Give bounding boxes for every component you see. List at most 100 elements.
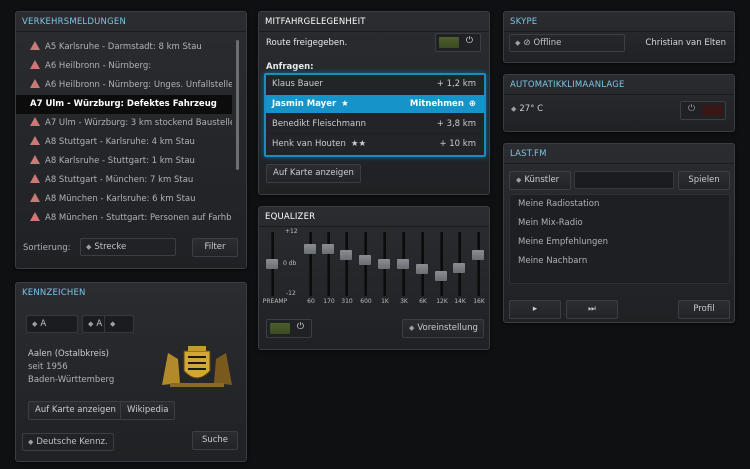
plate-field-1[interactable]: ◆ A (26, 315, 78, 333)
lastfm-search-input[interactable] (574, 171, 674, 189)
toggle-led (702, 105, 722, 116)
eq-band-label: 12K (436, 298, 448, 305)
toggle-led (270, 323, 290, 334)
lastfm-play-button[interactable]: Spielen (678, 171, 730, 190)
traffic-scrollbar[interactable] (236, 40, 239, 170)
lastfm-item[interactable]: Meine Empfehlungen (518, 237, 608, 247)
eq-band-label: 600 (360, 298, 372, 305)
eq-preset-select[interactable]: ◆ Voreinstellung (402, 319, 484, 338)
lastfm-mode-select[interactable]: ◆ Künstler (509, 171, 571, 190)
ride-request-detail-text: + 1,2 km (436, 79, 476, 89)
traffic-item[interactable]: A6 Heilbronn - Nürnberg: (16, 57, 232, 76)
eq-slider-knob[interactable] (397, 259, 409, 269)
traffic-item[interactable]: A8 Karlsruhe - Stuttgart: 1 km Stau (16, 152, 232, 171)
eq-slider-knob[interactable] (453, 263, 465, 274)
traffic-item[interactable]: A5 Karlsruhe - Darmstadt: 8 km Stau (16, 38, 232, 57)
climate-toggle[interactable]: ⏻ (680, 101, 726, 120)
traffic-item[interactable]: A8 Stuttgart - Karlsruhe: 4 km Stau (16, 133, 232, 152)
skype-status-select[interactable]: ◆ ⊘ Offline (509, 34, 625, 52)
eq-slider[interactable] (304, 232, 318, 296)
updown-icon: ◆ (28, 438, 34, 446)
eq-scale-top: +12 (285, 228, 298, 235)
ride-request-row[interactable]: Klaus Bauer + 1,2 km (266, 75, 484, 94)
traffic-item[interactable]: A8 München - Karlsruhe: 6 km Stau (16, 190, 232, 209)
eq-slider-knob[interactable] (322, 244, 334, 255)
traffic-sort-label: Sortierung: (23, 243, 71, 253)
lastfm-skip-button[interactable]: ⏭ (566, 300, 618, 319)
traffic-item[interactable]: A7 Ulm - Würzburg: Defektes Fahrzeug (16, 95, 232, 114)
lastfm-item[interactable]: Meine Nachbarn (518, 256, 587, 266)
eq-slider-knob[interactable] (378, 259, 390, 269)
plate-city: Aalen (Ostalbkreis) (28, 349, 110, 359)
plate-map-button[interactable]: Auf Karte anzeigen (28, 401, 123, 420)
ride-title: Mitfahrgelegenheit (259, 12, 489, 32)
lastfm-profile-button[interactable]: Profil (678, 300, 730, 319)
traffic-item-text: A7 Ulm - Würzburg: Defektes Fahrzeug (30, 99, 217, 109)
traffic-title: Verkehrsmeldungen (16, 12, 246, 32)
power-icon: ⏻ (465, 36, 473, 46)
updown-icon: ◆ (88, 320, 94, 328)
ride-map-button[interactable]: Auf Karte anzeigen (266, 164, 361, 183)
plate-wikipedia-button[interactable]: Wikipedia (120, 401, 176, 420)
power-icon: ⏻ (688, 104, 696, 114)
eq-slider-track (440, 232, 443, 296)
lastfm-item[interactable]: Meine Radiostation (518, 199, 599, 209)
eq-slider[interactable] (416, 232, 430, 296)
ride-share-toggle[interactable]: ⏻ (435, 33, 481, 52)
ride-request-row[interactable]: Benedikt Fleischmann + 3,8 km (266, 115, 484, 134)
climate-temp-value: 27° C (519, 104, 544, 114)
eq-slider-knob[interactable] (266, 259, 278, 269)
add-circle-icon: ⊕ (468, 99, 476, 109)
eq-slider-track (309, 232, 312, 296)
traffic-item-text: A7 Ulm - Würzburg: 3 km stockend Baustel… (45, 118, 232, 128)
ride-request-row[interactable]: Henk van Houten ★★ + 10 km (266, 135, 484, 154)
eq-slider-knob[interactable] (359, 254, 371, 265)
traffic-item-text: A5 Karlsruhe - Darmstadt: 8 km Stau (45, 42, 202, 52)
eq-slider-knob[interactable] (416, 264, 428, 275)
eq-band-label: 14K (454, 298, 466, 305)
traffic-item-text: A6 Heilbronn - Nürnberg: Unges. Unfallst… (45, 80, 232, 90)
traffic-sort-select[interactable]: ◆ Strecke (80, 238, 176, 256)
eq-slider[interactable] (359, 232, 373, 296)
traffic-item[interactable]: A8 München - Stuttgart: Personen auf Far… (16, 209, 232, 228)
skip-icon: ⏭ (588, 304, 596, 314)
eq-slider-knob[interactable] (340, 249, 352, 260)
plate-type-select[interactable]: ◆ Deutsche Kennz. (22, 433, 114, 451)
eq-toggle[interactable]: ⏻ (266, 319, 312, 338)
eq-slider[interactable] (397, 232, 411, 296)
traffic-item[interactable]: A6 Heilbronn - Nürnberg: Unges. Unfallst… (16, 76, 232, 95)
ride-request-detail[interactable]: Mitnehmen ⊕ (410, 95, 476, 114)
eq-scale-mid: 0 db (283, 260, 297, 267)
eq-slider[interactable] (266, 232, 280, 296)
eq-slider-knob[interactable] (435, 271, 447, 282)
lastfm-mode-value: Künstler (524, 175, 560, 185)
eq-slider-knob[interactable] (472, 249, 484, 260)
plate-field-3[interactable]: ◆ (104, 315, 134, 333)
eq-slider[interactable] (472, 232, 486, 296)
warning-icon (30, 174, 40, 183)
eq-slider[interactable] (453, 232, 467, 296)
traffic-panel: Verkehrsmeldungen A5 Karlsruhe - Darmsta… (15, 11, 247, 269)
plate-panel: Kennzeichen ◆ A ◆ A ◆ Aalen (Ostalbkreis) … (15, 282, 247, 462)
traffic-item[interactable]: A7 Ulm - Würzburg: 3 km stockend Baustel… (16, 114, 232, 133)
play-icon: ▸ (532, 304, 538, 314)
eq-slider[interactable] (322, 232, 336, 296)
eq-slider[interactable] (378, 232, 392, 296)
eq-slider[interactable] (340, 232, 354, 296)
eq-slider[interactable] (435, 232, 449, 296)
climate-temp-select[interactable]: ◆ 27° C (511, 104, 543, 114)
lastfm-play-icon-button[interactable]: ▸ (509, 300, 561, 319)
lastfm-item[interactable]: Mein Mix-Radio (518, 218, 583, 228)
ride-request-row[interactable]: Jasmin Mayer ★ Mitnehmen ⊕ (266, 95, 484, 114)
plate-search-button[interactable]: Suche (192, 431, 238, 450)
traffic-item-text: A8 München - Karlsruhe: 6 km Stau (45, 194, 196, 204)
skype-user: Christian van Elten (645, 38, 726, 48)
updown-icon: ◆ (32, 320, 38, 328)
eq-slider-knob[interactable] (304, 244, 316, 255)
traffic-item[interactable]: A8 Stuttgart - München: 7 km Stau (16, 171, 232, 190)
ride-list-inner: Klaus Bauer + 1,2 km Jasmin Mayer ★ Mitnehme… (266, 75, 484, 155)
ride-request-name: Henk van Houten (272, 139, 346, 149)
traffic-filter-button[interactable]: Filter (192, 238, 238, 257)
eq-band-label: 6K (419, 298, 427, 305)
ride-share-label: Route freigegeben. (266, 38, 348, 48)
